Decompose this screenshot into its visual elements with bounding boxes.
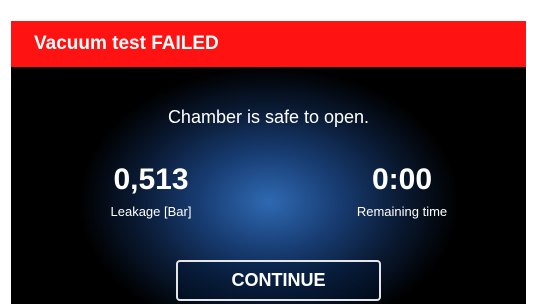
test-result-screen: Vacuum test FAILED Chamber is safe to op… [11, 21, 526, 304]
failure-title: Vacuum test FAILED [34, 33, 219, 54]
remaining-time-value: 0:00 [371, 163, 433, 196]
leakage-value: 0,513 [113, 163, 189, 196]
result-panel: Chamber is safe to open. 0,513 Leakage [… [11, 67, 526, 304]
leakage-label: Leakage [Bar] [110, 204, 192, 219]
status-message: Chamber is safe to open. [167, 107, 370, 127]
continue-button[interactable]: CONTINUE [176, 260, 381, 301]
failure-header: Vacuum test FAILED [11, 21, 526, 67]
remaining-time-label: Remaining time [356, 204, 448, 219]
